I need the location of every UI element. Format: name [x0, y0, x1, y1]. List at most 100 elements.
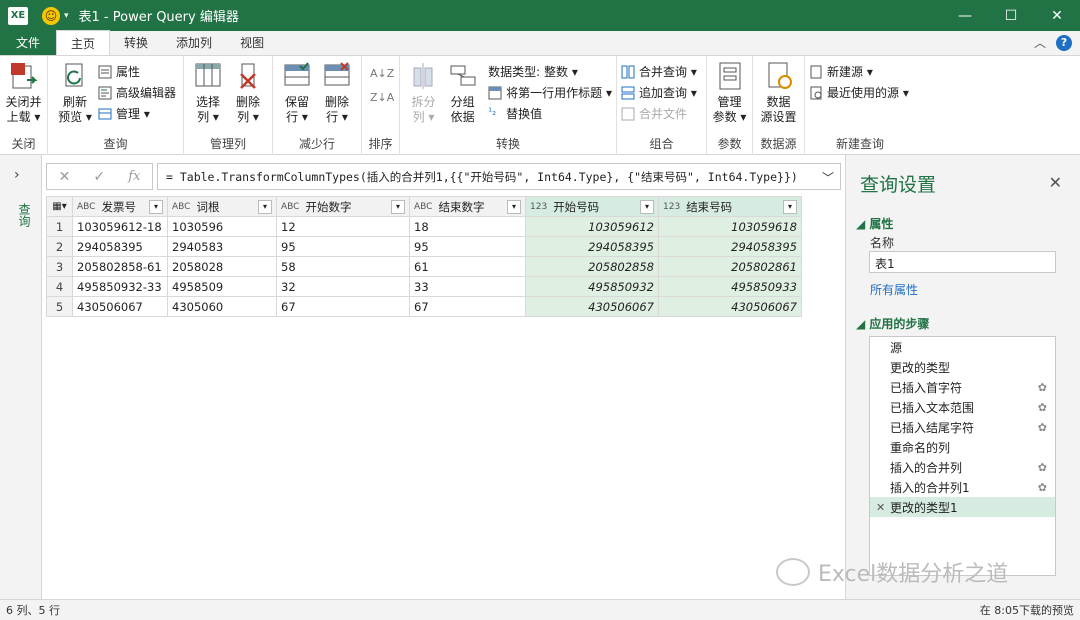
expand-formula-chevron-icon[interactable]: ﹀ — [822, 169, 834, 186]
filter-dropdown-icon[interactable]: ▾ — [149, 199, 163, 214]
replace-values-button[interactable]: ¹₂ 替换值 — [488, 104, 612, 123]
table-menu-corner[interactable]: ▦▾ — [46, 196, 73, 217]
confirm-formula-icon[interactable]: ✓ — [93, 169, 105, 185]
delete-step-icon[interactable]: ✕ — [876, 501, 885, 514]
append-queries-button[interactable]: 追加查询 ▾ — [621, 83, 697, 102]
table-cell[interactable]: 4305060 — [167, 296, 277, 317]
quick-access-dropdown-icon[interactable]: ▾ — [64, 11, 69, 21]
tab-view[interactable]: 视图 — [226, 30, 278, 55]
split-column-button[interactable]: 拆分 列 ▾ — [405, 60, 442, 125]
cancel-formula-icon[interactable]: ✕ — [59, 169, 71, 185]
combine-files-button[interactable]: 合并文件 — [621, 104, 697, 123]
text-type-icon[interactable]: ABC — [414, 202, 432, 212]
remove-columns-button[interactable]: 删除 列 ▾ — [229, 60, 267, 125]
filter-dropdown-icon[interactable]: ▾ — [507, 199, 521, 214]
table-cell[interactable]: 430506067 — [525, 296, 659, 317]
manage-query-button[interactable]: 管理 ▾ — [98, 104, 176, 123]
tab-home[interactable]: 主页 — [56, 30, 111, 55]
gear-icon[interactable]: ✿ — [1038, 381, 1047, 394]
manage-parameters-button[interactable]: 管理 参数 ▾ — [712, 60, 747, 125]
properties-section-header[interactable]: ◢ 属性 — [856, 215, 893, 232]
table-cell[interactable]: 430506067 — [658, 296, 802, 317]
minimize-button[interactable]: — — [942, 0, 988, 31]
formula-input[interactable]: = Table.TransformColumnTypes(插入的合并列1,{{"… — [157, 163, 841, 190]
step-item[interactable]: 更改的类型 — [870, 357, 1055, 377]
table-cell[interactable]: 103059612 — [525, 216, 659, 237]
expand-queries-chevron-icon[interactable]: › — [14, 167, 20, 183]
table-cell[interactable]: 103059618 — [658, 216, 802, 237]
use-first-row-as-headers-button[interactable]: 将第一行用作标题 ▾ — [488, 83, 612, 102]
sort-ascending-button[interactable]: A↓Z — [370, 62, 394, 84]
table-cell[interactable]: 294058395 — [525, 236, 659, 257]
close-window-button[interactable]: ✕ — [1034, 0, 1080, 31]
table-cell[interactable]: 205802858 — [525, 256, 659, 277]
step-item[interactable]: 源 — [870, 337, 1055, 357]
filter-dropdown-icon[interactable]: ▾ — [640, 199, 654, 214]
tab-file[interactable]: 文件 — [0, 30, 57, 55]
step-item[interactable]: 重命名的列 — [870, 437, 1055, 457]
table-cell[interactable]: 2940583 — [167, 236, 277, 257]
close-pane-icon[interactable]: ✕ — [1049, 173, 1062, 192]
gear-icon[interactable]: ✿ — [1038, 481, 1047, 494]
choose-columns-button[interactable]: 选择 列 ▾ — [189, 60, 227, 125]
tab-transform[interactable]: 转换 — [110, 30, 162, 55]
table-cell[interactable]: 430506067 — [72, 296, 168, 317]
row-number[interactable]: 3 — [46, 256, 73, 277]
table-cell[interactable]: 32 — [276, 276, 410, 297]
table-cell[interactable]: 495850933 — [658, 276, 802, 297]
gear-icon[interactable]: ✿ — [1038, 421, 1047, 434]
row-number[interactable]: 1 — [46, 216, 73, 237]
tab-add-column[interactable]: 添加列 — [162, 30, 226, 55]
text-type-icon[interactable]: ABC — [172, 202, 190, 212]
column-header-root[interactable]: ABC 词根 ▾ — [167, 196, 277, 217]
table-cell[interactable]: 4958509 — [167, 276, 277, 297]
step-item[interactable]: 已插入结尾字符 ✿ — [870, 417, 1055, 437]
column-header-start-number[interactable]: 123 开始号码 ▾ — [525, 196, 659, 217]
step-item-selected[interactable]: ✕ 更改的类型1 — [870, 497, 1055, 517]
fx-icon[interactable]: fx — [128, 169, 140, 184]
filter-dropdown-icon[interactable]: ▾ — [783, 199, 797, 214]
queries-pane-label[interactable]: 查询 — [16, 203, 33, 227]
row-number[interactable]: 4 — [46, 276, 73, 297]
applied-steps-section-header[interactable]: ◢ 应用的步骤 — [856, 315, 929, 332]
table-cell[interactable]: 61 — [409, 256, 526, 277]
step-item[interactable]: 插入的合并列1 ✿ — [870, 477, 1055, 497]
help-icon[interactable]: ? — [1056, 34, 1072, 51]
table-cell[interactable]: 67 — [409, 296, 526, 317]
table-cell[interactable]: 67 — [276, 296, 410, 317]
step-item[interactable]: 插入的合并列 ✿ — [870, 457, 1055, 477]
column-header-end-number[interactable]: 123 结束号码 ▾ — [658, 196, 802, 217]
recent-sources-button[interactable]: 最近使用的源 ▾ — [809, 83, 909, 102]
table-cell[interactable]: 95 — [276, 236, 410, 257]
table-cell[interactable]: 12 — [276, 216, 410, 237]
query-name-input[interactable]: 表1 — [869, 251, 1056, 273]
data-type-dropdown[interactable]: 数据类型: 整数 ▾ — [488, 62, 612, 81]
remove-rows-button[interactable]: 删除 行 ▾ — [318, 60, 356, 125]
gear-icon[interactable]: ✿ — [1038, 461, 1047, 474]
table-cell[interactable]: 33 — [409, 276, 526, 297]
collapse-ribbon-icon[interactable]: ︿ — [1034, 34, 1046, 51]
all-properties-link[interactable]: 所有属性 — [870, 281, 918, 298]
column-header-end-digits[interactable]: ABC 结束数字 ▾ — [409, 196, 526, 217]
table-cell[interactable]: 294058395 — [72, 236, 168, 257]
advanced-editor-button[interactable]: 高级编辑器 — [98, 83, 176, 102]
keep-rows-button[interactable]: 保留 行 ▾ — [278, 60, 316, 125]
filter-dropdown-icon[interactable]: ▾ — [258, 199, 272, 214]
data-source-settings-button[interactable]: 数据 源设置 — [758, 60, 799, 125]
sort-descending-button[interactable]: Z↓A — [370, 86, 394, 108]
table-cell[interactable]: 294058395 — [658, 236, 802, 257]
merge-queries-button[interactable]: 合并查询 ▾ — [621, 62, 697, 81]
group-by-button[interactable]: 分组 依据 — [444, 60, 481, 125]
table-cell[interactable]: 95 — [409, 236, 526, 257]
table-cell[interactable]: 18 — [409, 216, 526, 237]
text-type-icon[interactable]: ABC — [281, 202, 299, 212]
table-cell[interactable]: 103059612-18 — [72, 216, 168, 237]
maximize-button[interactable]: ☐ — [988, 0, 1034, 31]
properties-button[interactable]: 属性 — [98, 62, 176, 81]
text-type-icon[interactable]: ABC — [77, 202, 95, 212]
new-source-button[interactable]: 新建源 ▾ — [809, 62, 909, 81]
column-header-invoice[interactable]: ABC 发票号 ▾ — [72, 196, 168, 217]
table-cell[interactable]: 205802861 — [658, 256, 802, 277]
step-item[interactable]: 已插入首字符 ✿ — [870, 377, 1055, 397]
table-cell[interactable]: 495850932-33 — [72, 276, 168, 297]
